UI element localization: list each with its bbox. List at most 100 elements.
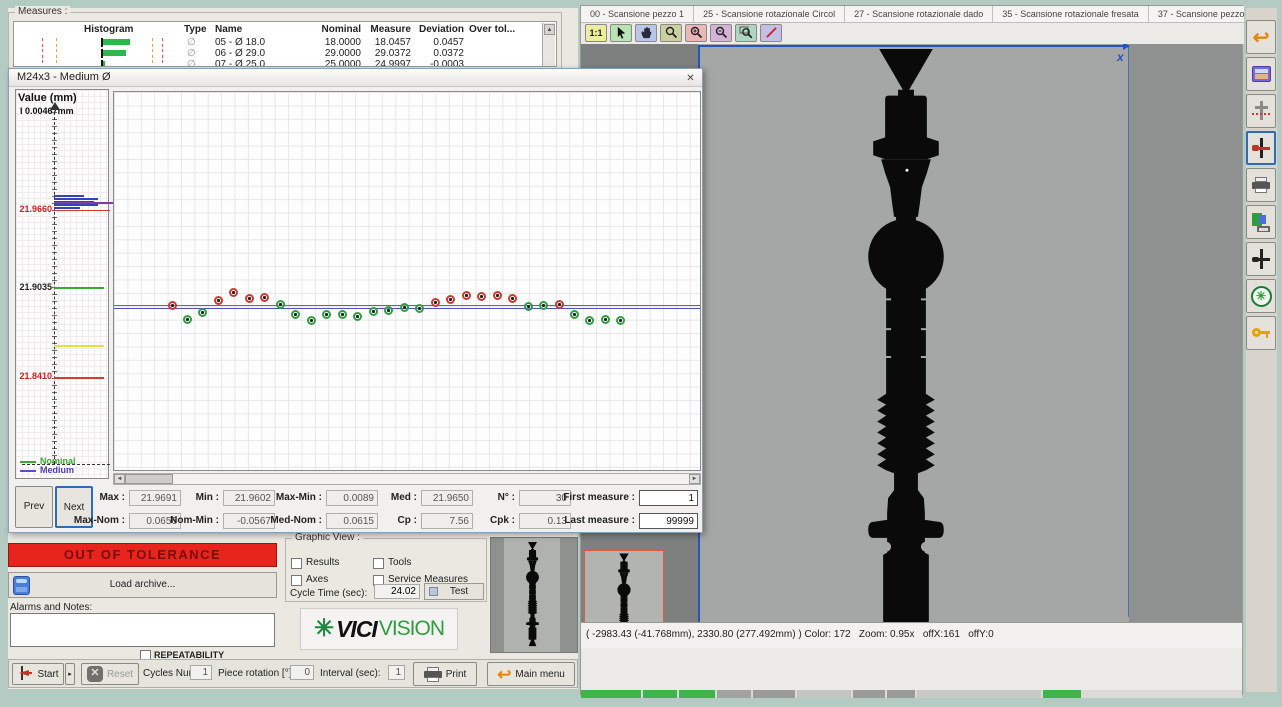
load-archive-button[interactable] — [1246, 57, 1276, 91]
tolerance-banner: OUT OF TOLERANCE — [8, 543, 277, 567]
vicivision-logo: ✳ VICI VISION — [300, 608, 458, 650]
stat-label: Min : — [133, 492, 219, 503]
tolerance-dash — [42, 38, 43, 47]
scroll-up-icon[interactable]: ▲ — [544, 24, 555, 35]
login-key-button[interactable] — [1246, 316, 1276, 350]
data-point — [291, 310, 300, 319]
scan-tabs: 00 - Scansione pezzo 125 - Scansione rot… — [581, 6, 1244, 23]
tolerance-dash — [56, 60, 57, 67]
data-point — [229, 288, 238, 297]
alarms-label: Alarms and Notes: — [10, 602, 92, 613]
taskbar-segment — [717, 690, 751, 698]
tolerance-dash — [162, 49, 163, 58]
print-icon — [1251, 177, 1271, 194]
table-cell: 29.0372 — [351, 48, 411, 59]
select-cursor-button[interactable] — [610, 24, 632, 42]
column-header[interactable]: Name — [215, 24, 242, 35]
measures-scrollbar[interactable]: ▲ — [542, 23, 555, 67]
start-button[interactable]: Start — [12, 663, 64, 685]
reset-button[interactable]: ✕ Reset — [81, 663, 139, 685]
x-axis-arrow-icon — [1123, 44, 1130, 50]
stat-field-first-measure-[interactable]: 1 — [639, 490, 698, 506]
zoom-in-button[interactable] — [685, 24, 707, 42]
selected-scan-thumbnail[interactable] — [584, 550, 664, 622]
column-header[interactable]: Type — [184, 24, 207, 35]
alarms-notes-input[interactable] — [10, 613, 275, 647]
start-measure-button[interactable] — [1246, 131, 1276, 165]
data-point — [322, 310, 331, 319]
tolerance-dash — [152, 49, 153, 58]
cursor-icon — [615, 26, 628, 41]
data-point — [585, 316, 594, 325]
start-dropdown-button[interactable]: ▸ — [65, 663, 75, 685]
table-cell: 0.0372 — [404, 48, 464, 59]
part-program-button[interactable] — [1246, 94, 1276, 128]
cycles-num-field[interactable]: 1 — [190, 665, 212, 680]
archive-icon — [13, 576, 30, 595]
checkbox-axes[interactable] — [291, 575, 302, 586]
load-archive-button[interactable]: Load archive... — [8, 572, 277, 598]
taskbar-segment — [581, 690, 641, 698]
zoom-button[interactable] — [660, 24, 682, 42]
axis-mark-label: 21.9660 — [16, 204, 52, 214]
measures-table[interactable]: HistogramTypeNameNominalMeasureDeviation… — [13, 21, 557, 67]
tab-2[interactable]: 25 - Scansione rotazionale Circol — [694, 6, 845, 22]
measure-line-button[interactable] — [760, 24, 782, 42]
side-toolbar: ↩✳ — [1246, 8, 1277, 692]
tolerance-dash — [152, 60, 153, 67]
tab-1[interactable]: 00 - Scansione pezzo 1 — [581, 6, 694, 22]
interval-field[interactable]: 1 — [388, 665, 405, 680]
tab-5[interactable]: 37 - Scansione pezzo Posiz — [1149, 6, 1244, 22]
dialog-title[interactable]: M24x3 - Medium Ø — [9, 69, 702, 87]
zoom-out-button[interactable] — [710, 24, 732, 42]
taskbar-segment — [753, 690, 795, 698]
medium-line — [54, 202, 114, 204]
cycle-time-label: Cycle Time (sec): — [290, 588, 367, 599]
close-icon[interactable]: ✕ — [683, 71, 698, 85]
scroll-right-icon[interactable]: ► — [689, 474, 700, 484]
test-button[interactable]: Test — [424, 583, 484, 600]
vici-logo-button[interactable]: ✳ — [1246, 279, 1276, 313]
checkbox-tools[interactable] — [373, 558, 384, 569]
upper-tolerance-line — [54, 210, 110, 211]
scroll-left-icon[interactable]: ◄ — [114, 474, 125, 484]
pen-icon — [765, 26, 778, 41]
type-diameter-icon: ∅ — [187, 37, 196, 48]
tab-3[interactable]: 27 - Scansione rotazionale dado — [845, 6, 993, 22]
view-right-zone — [1129, 44, 1242, 622]
taskbar-segment — [917, 690, 1041, 698]
main-menu-button[interactable]: ↩ — [1246, 20, 1276, 54]
tab-4[interactable]: 35 - Scansione rotazionale fresata — [993, 6, 1149, 22]
piece-setup-button[interactable] — [1246, 242, 1276, 276]
stat-label: Max-Min : — [236, 492, 322, 503]
cycle-time-field[interactable]: 24.02 — [374, 584, 420, 599]
piece-rotation-field[interactable]: 0 — [290, 665, 314, 680]
column-header[interactable]: Measure — [351, 24, 411, 35]
hist-bar — [103, 61, 105, 67]
scale-1-1-button[interactable]: 1:1 — [585, 24, 607, 42]
field-right-border-line — [1128, 45, 1129, 617]
main-menu-arrow-icon: ↩ — [497, 666, 511, 683]
pan-hand-button[interactable] — [635, 24, 657, 42]
type-diameter-icon: ∅ — [187, 59, 196, 67]
bottom-taskbar-strip — [581, 690, 1242, 698]
measure-trend-chart[interactable] — [113, 91, 701, 471]
print-button[interactable]: Print — [413, 662, 477, 686]
data-point — [601, 315, 610, 324]
column-header[interactable]: Deviation — [404, 24, 464, 35]
print-report-button[interactable] — [1246, 205, 1276, 239]
column-header[interactable]: Histogram — [84, 24, 133, 35]
stat-label: Cpk : — [429, 515, 515, 526]
main-menu-button[interactable]: ↩ Main menu — [487, 662, 575, 686]
checkbox-results[interactable] — [291, 558, 302, 569]
tolerance-dash — [152, 38, 153, 47]
graphic-view-groupbox: Graphic View : ResultsToolsAxesService M… — [285, 538, 487, 602]
medium-legend-label: Medium — [40, 465, 74, 475]
stat-label: Med : — [331, 492, 417, 503]
zoom-window-button[interactable] — [735, 24, 757, 42]
print-button[interactable] — [1246, 168, 1276, 202]
part-preview-thumbnail — [490, 537, 578, 653]
column-header[interactable]: Over tol... — [469, 24, 515, 35]
stat-field-last-measure-[interactable]: 99999 — [639, 513, 698, 529]
scroll-thumb[interactable] — [125, 474, 173, 484]
